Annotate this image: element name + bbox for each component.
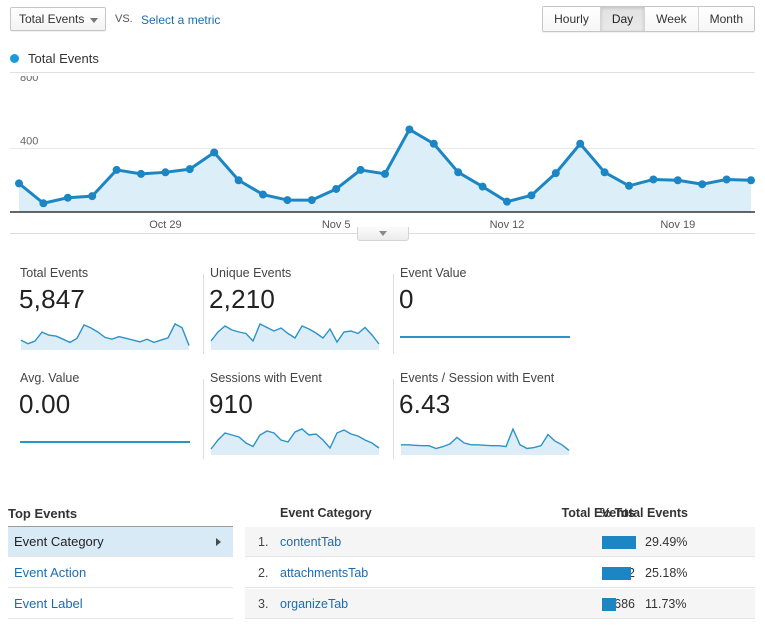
- table-row-event-category-link[interactable]: organizeTab: [280, 597, 348, 611]
- metric-card-sparkline: [20, 323, 190, 350]
- chevron-right-icon: [216, 538, 221, 546]
- top-events-item-label: Event Action: [14, 565, 87, 580]
- metric-card[interactable]: Events / Session with Event 6.43: [390, 371, 580, 470]
- metric-card-title: Avg. Value: [20, 371, 80, 385]
- table-row-pct-label: 11.73%: [645, 597, 687, 611]
- metric-card-flatline: [20, 441, 190, 443]
- metric-card[interactable]: Avg. Value 0.00: [10, 371, 204, 470]
- top-events-item-event-category[interactable]: Event Category: [8, 527, 233, 557]
- table-row[interactable]: 3. organizeTab 686 11.73%: [245, 589, 755, 619]
- timeline-chart-svg: 400 800 Oct 29 Nov 5 Nov 12 Nov 19: [10, 76, 755, 231]
- svg-text:Nov 19: Nov 19: [660, 219, 695, 231]
- metric-card-title: Event Value: [400, 266, 467, 280]
- svg-text:Nov 5: Nov 5: [322, 219, 351, 231]
- metric-select-label: Total Events: [19, 12, 85, 26]
- select-a-metric-link[interactable]: Select a metric: [141, 13, 220, 27]
- metric-card-sparkline: [210, 428, 380, 455]
- chevron-down-icon: [379, 231, 387, 236]
- vs-label: VS.: [115, 13, 133, 25]
- top-events-item-event-label[interactable]: Event Label: [8, 589, 233, 619]
- column-header-event-category[interactable]: Event Category: [280, 506, 372, 520]
- svg-text:800: 800: [20, 76, 38, 84]
- bottom-section: Top Events Event Category Event Action Eve…: [0, 500, 765, 626]
- legend-divider: [10, 72, 755, 73]
- table-row-pct-bar: [602, 536, 636, 549]
- metric-card[interactable]: Event Value 0: [390, 266, 580, 365]
- top-events-title: Top Events: [8, 506, 78, 521]
- metric-card[interactable]: Sessions with Event 910: [200, 371, 394, 470]
- main-timeline-chart[interactable]: 400 800 Oct 29 Nov 5 Nov 12 Nov 19: [0, 76, 765, 236]
- chart-toolbar: Total Events VS. Select a metric Hourly …: [0, 0, 765, 40]
- metric-card[interactable]: Unique Events 2,210: [200, 266, 394, 365]
- metric-card-sparkline: [401, 427, 570, 455]
- granularity-day[interactable]: Day: [600, 7, 646, 31]
- table-row-total-events: 686: [614, 597, 635, 611]
- metric-card-value: 910: [209, 389, 253, 419]
- metric-card-title: Sessions with Event: [210, 371, 322, 385]
- chevron-down-icon: [90, 18, 98, 23]
- table-row-event-category-link[interactable]: attachmentsTab: [280, 566, 368, 580]
- metric-card-value: 0.00: [19, 389, 71, 419]
- chart-collapse-button[interactable]: [357, 227, 409, 241]
- table-row-rank: 3.: [258, 597, 269, 611]
- metric-card-title: Total Events: [20, 266, 89, 280]
- table-row-rank: 2.: [258, 566, 269, 580]
- granularity-hourly[interactable]: Hourly: [543, 7, 601, 31]
- table-header-row: Event Category Total Events % Total Even…: [245, 506, 755, 528]
- metric-card[interactable]: Total Events 5,847: [10, 266, 204, 365]
- metric-card-flatline: [400, 336, 570, 338]
- metric-card-title: Events / Session with Event: [400, 371, 555, 385]
- granularity-segmented-control: Hourly Day Week Month: [542, 6, 755, 32]
- table-row-pct-bar: [602, 567, 631, 580]
- svg-text:400: 400: [20, 136, 38, 148]
- top-events-item-label: Event Label: [14, 596, 83, 611]
- granularity-week[interactable]: Week: [645, 7, 699, 31]
- top-events-item-event-action[interactable]: Event Action: [8, 558, 233, 588]
- metric-cards-grid: Total Events 5,847 Unique Events 2,210 Event…: [0, 266, 765, 471]
- top-events-item-label: Event Category: [14, 534, 104, 549]
- svg-text:Oct 29: Oct 29: [149, 219, 181, 231]
- metric-card-value: 2,210: [209, 284, 276, 314]
- chart-legend: Total Events: [10, 51, 99, 66]
- granularity-month[interactable]: Month: [698, 7, 754, 31]
- metric-select-dropdown[interactable]: Total Events: [10, 7, 106, 31]
- metric-card-value: 6.43: [399, 389, 451, 419]
- metric-card-sparkline: [210, 323, 380, 350]
- table-row-pct-label: 29.49%: [645, 535, 688, 549]
- metric-card-value: 5,847: [19, 284, 86, 314]
- metric-card-title: Unique Events: [210, 266, 292, 280]
- table-row[interactable]: 2.attachmentsTab1,47225.18%: [245, 558, 755, 588]
- metric-card-value: 0: [399, 284, 414, 314]
- table-row-pct-bar: [602, 598, 616, 611]
- table-row-pct-label: 25.18%: [645, 566, 688, 580]
- table-row-event-category-link[interactable]: contentTab: [280, 535, 341, 549]
- column-header-pct-total-events[interactable]: % Total Events: [600, 506, 688, 520]
- table-row-rank: 1.: [258, 535, 269, 549]
- legend-series-dot-icon: [10, 54, 19, 63]
- svg-text:Nov 12: Nov 12: [490, 219, 525, 231]
- legend-series-label: Total Events: [28, 51, 99, 66]
- table-row[interactable]: 1.contentTab1,72429.49%: [245, 527, 755, 557]
